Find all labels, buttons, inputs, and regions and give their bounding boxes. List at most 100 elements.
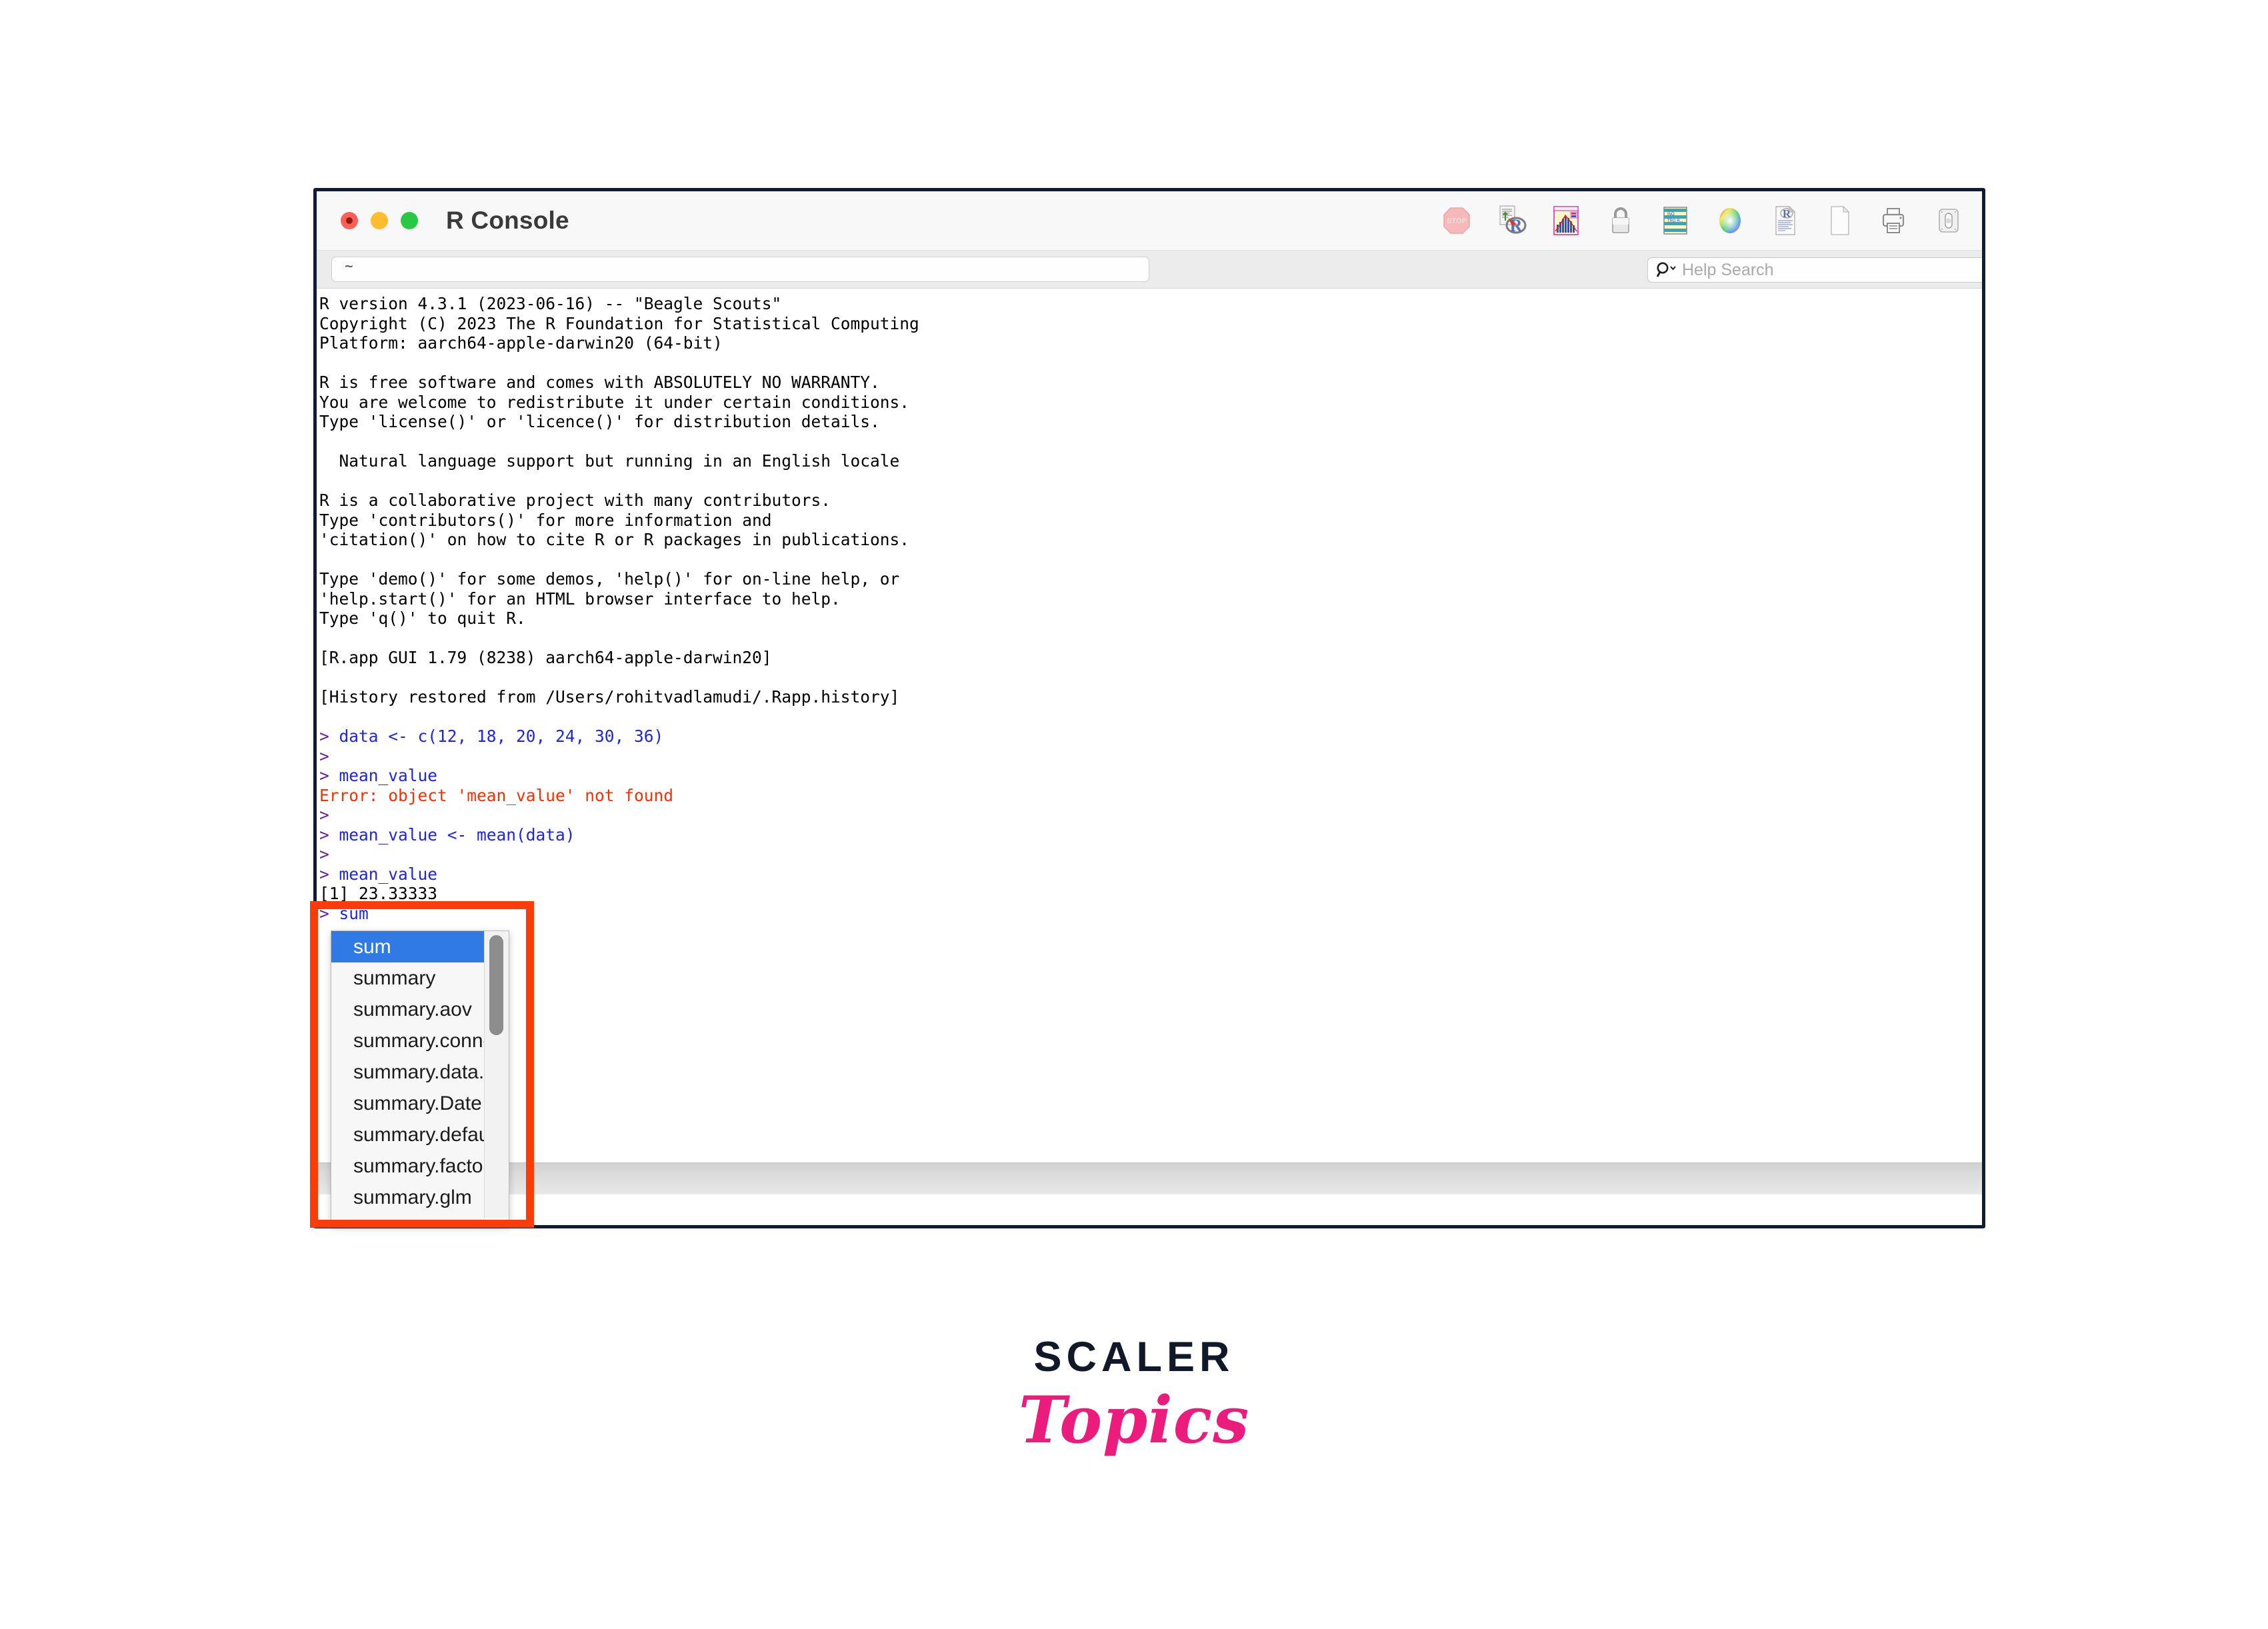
console-output-area[interactable]: R version 4.3.1 (2023-06-16) -- "Beagle … bbox=[317, 289, 1982, 1194]
console-span: mean_value bbox=[339, 864, 438, 884]
console-line: Type 'demo()' for some demos, 'help()' f… bbox=[319, 569, 919, 589]
console-line: Copyright (C) 2023 The R Foundation for … bbox=[319, 314, 919, 334]
console-span: [R.app GUI 1.79 (8238) aarch64-apple-dar… bbox=[319, 648, 772, 667]
r-console-window: R Console STOP R INO TRG R... R ~ Help S… bbox=[313, 188, 1985, 1228]
console-span: mean_value bbox=[339, 766, 438, 785]
autocomplete-item[interactable]: summary bbox=[331, 962, 509, 994]
console-span: 'citation()' on how to cite R or R packa… bbox=[319, 530, 910, 549]
help-search-placeholder: Help Search bbox=[1682, 260, 1774, 279]
show-plot-histogram-icon[interactable] bbox=[1549, 203, 1583, 238]
console-line: R version 4.3.1 (2023-06-16) -- "Beagle … bbox=[319, 294, 919, 314]
toggle-switch-icon[interactable] bbox=[1931, 203, 1966, 238]
console-span: [History restored from /Users/rohitvadla… bbox=[319, 687, 900, 707]
autocomplete-scrollbar-thumb[interactable] bbox=[489, 935, 503, 1035]
minimize-window-button[interactable] bbox=[371, 212, 388, 229]
console-span: Type 'q()' to quit R. bbox=[319, 609, 526, 628]
console-line: > bbox=[319, 805, 919, 825]
close-window-button[interactable] bbox=[341, 212, 358, 229]
autocomplete-item[interactable]: summary.default bbox=[331, 1119, 509, 1150]
console-line: Type 'q()' to quit R. bbox=[319, 609, 919, 629]
console-line: [R.app GUI 1.79 (8238) aarch64-apple-dar… bbox=[319, 648, 919, 668]
autocomplete-scrollbar[interactable] bbox=[484, 931, 509, 1218]
console-span: > bbox=[319, 766, 339, 785]
console-span: data <- c(12, 18, 20, 24, 30, 36) bbox=[339, 727, 664, 746]
console-span: Type 'contributors()' for more informati… bbox=[319, 510, 772, 530]
color-picker-icon[interactable] bbox=[1713, 203, 1747, 238]
console-span: Type 'license()' or 'licence()' for dist… bbox=[319, 412, 880, 431]
console-line: > mean_value bbox=[319, 766, 919, 786]
console-text: R version 4.3.1 (2023-06-16) -- "Beagle … bbox=[317, 294, 919, 923]
console-span: Platform: aarch64-apple-darwin20 (64-bit… bbox=[319, 333, 723, 353]
console-span: > bbox=[319, 805, 339, 824]
source-r-script-icon[interactable]: R bbox=[1494, 203, 1529, 238]
autocomplete-item[interactable]: summary.aov bbox=[331, 994, 509, 1025]
console-span: 'help.start()' for an HTML browser inter… bbox=[319, 589, 841, 609]
help-search-field[interactable]: Help Search bbox=[1647, 257, 1982, 283]
autocomplete-item[interactable]: sum bbox=[331, 931, 509, 962]
autocomplete-popup[interactable]: sum summary summary.aov summary.connec… summ… bbox=[331, 930, 509, 1226]
window-titlebar: R Console STOP R INO TRG R... R bbox=[317, 191, 1982, 251]
console-span: Type 'demo()' for some demos, 'help()' f… bbox=[319, 569, 900, 589]
working-directory-value: ~ bbox=[345, 257, 353, 274]
console-line: > bbox=[319, 844, 919, 864]
zoom-window-button[interactable] bbox=[401, 212, 418, 229]
console-span: Natural language support but running in … bbox=[319, 451, 900, 471]
console-line: > mean_value <- mean(data) bbox=[319, 825, 919, 845]
print-icon[interactable] bbox=[1877, 203, 1911, 238]
autocomplete-item[interactable]: summary.factor bbox=[331, 1150, 509, 1182]
svg-text:TRG R...: TRG R... bbox=[1667, 219, 1683, 223]
stop-icon[interactable]: STOP bbox=[1439, 203, 1474, 238]
svg-text:STOP: STOP bbox=[1447, 217, 1467, 225]
working-directory-field[interactable]: ~ bbox=[331, 257, 1149, 282]
svg-text:R: R bbox=[1510, 216, 1523, 235]
console-span: > bbox=[319, 903, 339, 923]
screenshot-canvas: R Console STOP R INO TRG R... R ~ Help S… bbox=[0, 0, 2268, 1629]
svg-text:INO: INO bbox=[1667, 213, 1675, 217]
console-span: Copyright (C) 2023 The R Foundation for … bbox=[319, 313, 919, 333]
scaler-topics-logo: SCALER Topics bbox=[0, 1333, 2268, 1458]
console-line: Natural language support but running in … bbox=[319, 451, 919, 471]
console-line: 'help.start()' for an HTML browser inter… bbox=[319, 589, 919, 609]
console-span: [1] 23.33333 bbox=[319, 884, 438, 903]
new-document-icon[interactable] bbox=[1822, 203, 1857, 238]
window-statusbar bbox=[317, 1162, 1982, 1194]
console-line: Error: object 'mean_value' not found bbox=[319, 786, 919, 806]
autocomplete-item[interactable]: summary.Date bbox=[331, 1088, 509, 1119]
autocomplete-item[interactable]: summary.glm bbox=[331, 1182, 509, 1213]
console-line: Type 'contributors()' for more informati… bbox=[319, 511, 919, 531]
data-grid-icon[interactable]: INO TRG R... bbox=[1658, 203, 1693, 238]
autocomplete-item[interactable]: summary.data.fra… bbox=[331, 1056, 509, 1088]
console-span: R version 4.3.1 (2023-06-16) -- "Beagle … bbox=[319, 294, 782, 313]
console-line: R is free software and comes with ABSOLU… bbox=[319, 373, 919, 393]
autocomplete-item[interactable]: summary.connec… bbox=[331, 1025, 509, 1056]
console-line: R is a collaborative project with many c… bbox=[319, 491, 919, 511]
console-span: > bbox=[319, 727, 339, 746]
console-line: > data <- c(12, 18, 20, 24, 30, 36) bbox=[319, 727, 919, 747]
console-span: mean_value <- mean(data) bbox=[339, 824, 575, 844]
console-line: Type 'license()' or 'licence()' for dist… bbox=[319, 412, 919, 432]
console-line: You are welcome to redistribute it under… bbox=[319, 393, 919, 413]
console-line: [History restored from /Users/rohitvadla… bbox=[319, 687, 919, 707]
window-title: R Console bbox=[446, 207, 569, 234]
console-line: [1] 23.33333 bbox=[319, 884, 919, 904]
magnifier-chevron-icon[interactable] bbox=[1655, 261, 1680, 279]
console-span: Error: object 'mean_value' not found bbox=[319, 785, 674, 805]
console-span: > bbox=[319, 824, 339, 844]
console-line: > bbox=[319, 747, 919, 767]
console-span: R is a collaborative project with many c… bbox=[319, 491, 831, 510]
traffic-light-buttons bbox=[341, 212, 418, 229]
r-document-icon[interactable]: R bbox=[1767, 203, 1802, 238]
console-line: Platform: aarch64-apple-darwin20 (64-bit… bbox=[319, 333, 919, 353]
lock-icon[interactable] bbox=[1603, 203, 1638, 238]
autocomplete-list[interactable]: sum summary summary.aov summary.connec… summ… bbox=[331, 931, 509, 1213]
console-span: > bbox=[319, 746, 339, 766]
console-span: > bbox=[319, 844, 339, 864]
logo-sub-text: Topics bbox=[1018, 1382, 1250, 1458]
window-subtoolbar: ~ Help Search bbox=[317, 251, 1982, 289]
console-line: > sum bbox=[319, 904, 919, 924]
